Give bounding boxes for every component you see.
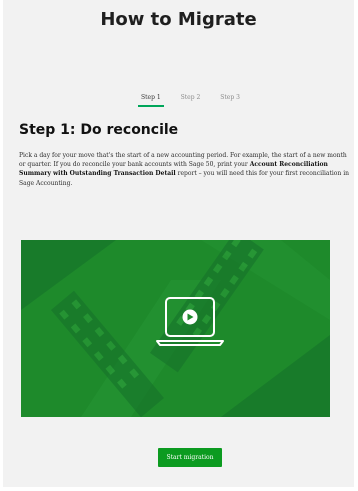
video-thumbnail [21,240,330,417]
page-title: How to Migrate [100,9,257,30]
step-tabs: Step 1 Step 2 Step 3 [138,92,243,108]
migration-page: How to Migrate Step 1 Step 2 Step 3 Step… [3,0,354,487]
step-description: Pick a day for your move that's the star… [19,151,349,188]
tab-step-1[interactable]: Step 1 [138,92,164,107]
tab-step-2[interactable]: Step 2 [178,92,204,105]
step-heading: Step 1: Do reconcile [19,122,179,138]
video-player[interactable] [21,240,330,417]
start-migration-button[interactable]: Start migration [158,448,222,467]
tab-step-3[interactable]: Step 3 [217,92,243,105]
